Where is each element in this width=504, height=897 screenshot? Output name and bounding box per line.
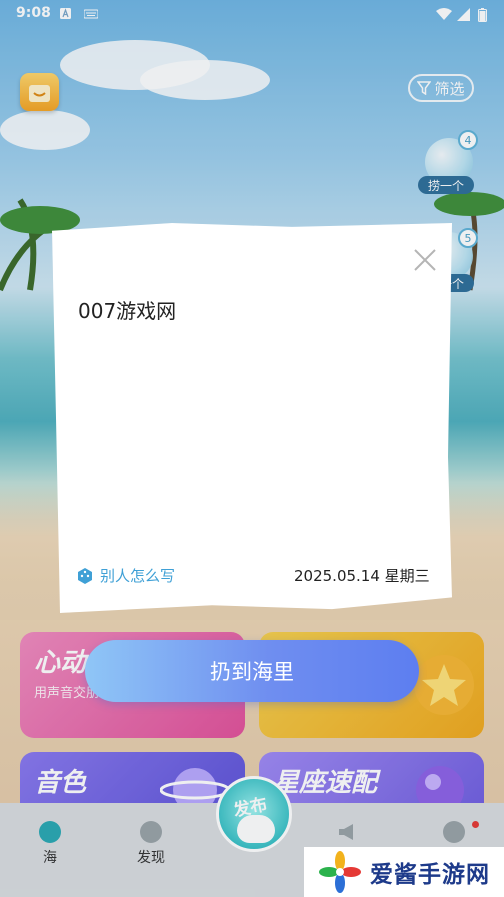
site-watermark: 爱酱手游网 xyxy=(304,847,504,897)
others-wrote-link[interactable]: 别人怎么写 xyxy=(76,565,175,586)
watermark-text: 爱酱手游网 xyxy=(370,862,490,888)
message-content: 007游戏网 xyxy=(78,299,177,323)
bottle-message-dialog: 007游戏网 别人怎么写 2025.05.14 星期三 xyxy=(52,223,452,613)
throw-to-sea-button[interactable]: 扔到海里 xyxy=(85,640,419,702)
pinwheel-logo-icon xyxy=(319,851,361,893)
dice-icon xyxy=(78,567,92,584)
others-wrote-label: 别人怎么写 xyxy=(100,567,176,585)
close-icon[interactable] xyxy=(412,247,438,273)
message-date: 2025.05.14 星期三 xyxy=(294,567,430,585)
